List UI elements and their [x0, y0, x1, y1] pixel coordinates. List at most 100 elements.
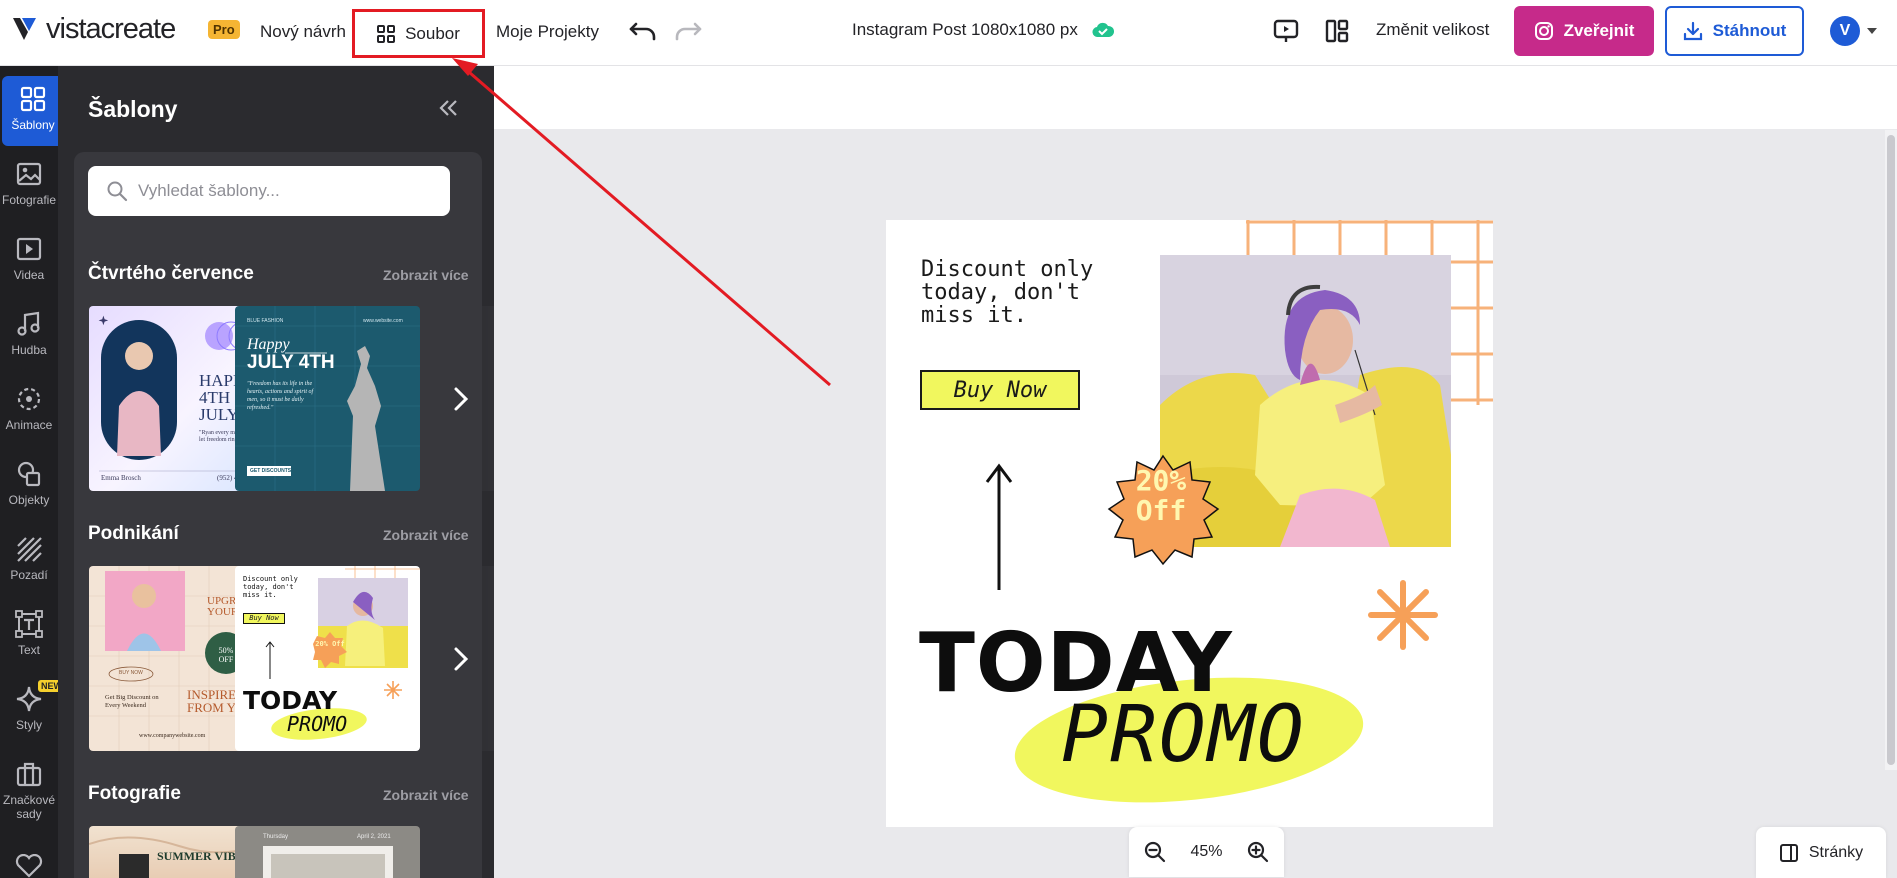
section-title-july-fourth: Čtvrtého července: [88, 263, 254, 284]
rail-label: Značkové sady: [2, 793, 56, 821]
collapse-panel-icon[interactable]: [436, 96, 460, 120]
rail-label: Šablony: [11, 118, 55, 132]
search-icon: [107, 181, 128, 202]
thumb-date: April 2, 2021: [357, 834, 391, 840]
thumb-quote: "Freedom has its life in the hearts, act…: [247, 381, 314, 411]
chevron-down-icon[interactable]: [1866, 26, 1878, 36]
logo-text: vistacreate: [46, 12, 176, 45]
rail-item-objects[interactable]: Objekty: [0, 451, 58, 521]
my-projects-button[interactable]: Moje Projekty: [496, 20, 599, 44]
thumb-day: Thursday: [263, 834, 289, 840]
rail-item-videos[interactable]: Videa: [0, 226, 58, 296]
rail-item-templates[interactable]: Šablony: [2, 76, 64, 146]
pages-button[interactable]: Stránky: [1756, 827, 1886, 878]
undo-icon[interactable]: [628, 18, 658, 44]
show-more-link[interactable]: Zobrazit více: [383, 787, 469, 803]
thumb-today: TODAY: [243, 686, 338, 715]
rail-item-music[interactable]: Hudba: [0, 301, 58, 371]
discount-badge-text: 20% Off: [1126, 466, 1196, 526]
asterisk-graphic: [1368, 580, 1438, 650]
templates-panel: Šablony Čtvrtého července Zobrazit více …: [58, 66, 528, 878]
rail-label: Fotografie: [1, 193, 57, 207]
section-title-business: Podnikání: [88, 523, 179, 544]
canvas-top-strip: [494, 66, 1897, 129]
thumb-buy: BUY NOW: [119, 670, 143, 676]
thumb-site: www.companywebsite.com: [139, 733, 206, 739]
rail-label: Text: [17, 643, 40, 657]
template-thumb-july-4th[interactable]: BLUE FASHION www.website.com Happy JULY …: [235, 306, 420, 491]
template-search[interactable]: [88, 166, 450, 216]
rail-item-text[interactable]: Text: [0, 601, 58, 671]
badge-line: Off: [1135, 494, 1187, 527]
design-artboard[interactable]: 20% Off Discount only today, don't miss …: [886, 220, 1493, 827]
template-thumb-today-promo[interactable]: Discount only today, don't miss it. Buy …: [235, 566, 420, 751]
scrollbar-thumb[interactable]: [1887, 135, 1895, 765]
file-menu-label: Soubor: [405, 24, 460, 43]
show-more-link[interactable]: Zobrazit více: [383, 267, 469, 283]
download-label: Stáhnout: [1712, 21, 1787, 40]
redo-icon[interactable]: [673, 18, 703, 44]
avatar[interactable]: V: [1830, 16, 1860, 46]
thumb-title: JULY 4TH: [247, 352, 335, 373]
thumb-buy-now: Buy Now: [243, 613, 285, 624]
presentation-icon[interactable]: [1272, 17, 1300, 45]
arrow-up-graphic: [985, 463, 1013, 590]
rail-label: Videa: [13, 268, 45, 282]
zoom-out-icon[interactable]: [1143, 840, 1167, 864]
promo-heading[interactable]: PROMO: [1061, 690, 1306, 780]
publish-label: Zveřejnit: [1563, 21, 1635, 40]
animation-icon: [17, 387, 41, 411]
rail-item-brand-kit[interactable]: Značkové sady: [0, 751, 58, 831]
panel-content: [74, 152, 482, 878]
thumb-discount-text: Discount only today, don't miss it.: [243, 575, 298, 599]
zoom-control: 45%: [1129, 827, 1284, 877]
thumb-cta: GET DISCOUNTS: [250, 468, 292, 474]
badge-line: 20%: [1135, 464, 1187, 497]
publish-button[interactable]: Zveřejnit: [1514, 6, 1654, 56]
zoom-level[interactable]: 45%: [1190, 843, 1222, 861]
pages-label: Stránky: [1808, 843, 1864, 861]
file-menu-button[interactable]: Soubor: [352, 9, 485, 58]
chevron-right-icon[interactable]: [450, 644, 472, 674]
rail-item-animation[interactable]: Animace: [0, 376, 58, 446]
document-title[interactable]: Instagram Post 1080x1080 px: [852, 20, 1114, 40]
thumb-promo: PROMO: [287, 712, 348, 736]
search-input[interactable]: [138, 181, 428, 201]
rail-label: Animace: [5, 418, 53, 432]
photo-icon: [16, 162, 42, 186]
rail-label: Hudba: [11, 343, 47, 357]
heart-icon[interactable]: [14, 854, 44, 878]
text-icon: [15, 610, 43, 638]
rail-label: Styly: [15, 718, 42, 732]
grid-icon: [377, 24, 396, 43]
rail-label: Objekty: [8, 493, 50, 507]
video-icon: [16, 237, 42, 261]
new-design-button[interactable]: Nový návrh: [260, 20, 346, 44]
show-more-link[interactable]: Zobrazit více: [383, 527, 469, 543]
music-icon: [17, 311, 40, 336]
download-icon: [1683, 21, 1702, 41]
rail-item-background[interactable]: Pozadí: [0, 526, 58, 596]
vistacreate-logo[interactable]: vistacreate: [12, 12, 176, 45]
zoom-in-icon[interactable]: [1246, 840, 1270, 864]
section-title-photos: Fotografie: [88, 783, 181, 804]
thumb-name: Emma Brosch: [101, 474, 141, 482]
download-button[interactable]: Stáhnout: [1665, 6, 1804, 56]
template-thumb-photo-frame[interactable]: Thursday April 2, 2021: [235, 826, 420, 878]
discount-headline[interactable]: Discount only today, don't miss it.: [921, 258, 1131, 327]
resize-button[interactable]: Změnit velikost: [1376, 20, 1489, 40]
layout-icon[interactable]: [1323, 17, 1351, 45]
pages-panel-icon: [1779, 843, 1798, 862]
buy-now-label[interactable]: Buy Now: [920, 370, 1080, 410]
thumb-site: www.website.com: [363, 318, 403, 324]
rail-item-styles[interactable]: NEW Styly: [0, 676, 65, 746]
panel-title: Šablony: [88, 96, 178, 122]
document-title-text: Instagram Post 1080x1080 px: [852, 20, 1078, 39]
background-icon: [17, 537, 42, 562]
chevron-right-icon[interactable]: [450, 384, 472, 414]
objects-icon: [17, 461, 41, 487]
instagram-icon: [1534, 22, 1553, 40]
rail-item-photos[interactable]: Fotografie: [0, 151, 58, 221]
thumb-body: Get Big Discount on Every Weekend: [105, 694, 159, 709]
pro-badge: Pro: [208, 20, 240, 39]
